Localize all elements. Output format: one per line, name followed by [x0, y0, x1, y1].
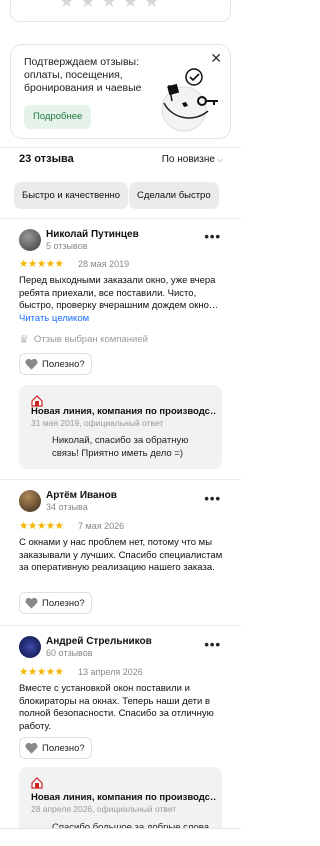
divider	[0, 218, 241, 219]
company-logo-icon	[31, 777, 43, 789]
divider	[0, 625, 241, 626]
divider	[0, 479, 241, 480]
verification-promo-card: Подтверждаем отзывы: оплаты, посещения, …	[10, 44, 231, 139]
verification-illustration-icon	[161, 68, 218, 132]
review-text: Перед выходными заказали окно, уже вчера…	[19, 275, 219, 311]
rating-stars: ★★★★★	[19, 520, 64, 532]
useful-button[interactable]: Полезно?	[19, 353, 92, 375]
reply-meta: 31 мая 2019, официальный ответ	[31, 418, 164, 428]
promo-text: Подтверждаем отзывы: оплаты, посещения, …	[24, 56, 142, 94]
author-reviews-count: 5 отзывов	[46, 241, 88, 251]
review-text: Вместе с установкой окон поставили и бло…	[19, 683, 214, 732]
star-icon[interactable]: ★	[59, 0, 74, 11]
more-options-icon[interactable]: •••	[204, 492, 221, 505]
review-author[interactable]: Николай Путинцев	[46, 229, 139, 240]
star-icon[interactable]: ★	[144, 0, 159, 11]
more-options-icon[interactable]: •••	[204, 638, 221, 651]
useful-label: Полезно?	[42, 742, 85, 754]
author-reviews-count: 60 отзывов	[46, 648, 93, 658]
reply-meta: 28 апреля 2026, официальный ответ	[31, 804, 177, 814]
heart-icon	[25, 742, 38, 754]
avatar[interactable]	[19, 636, 41, 658]
reviews-count: 23 отзыва	[19, 153, 74, 165]
divider	[0, 147, 241, 148]
review-date: 28 мая 2019	[78, 259, 130, 269]
sort-dropdown[interactable]: По новизне ⌵	[162, 154, 223, 165]
star-icon[interactable]: ★	[102, 0, 117, 11]
avatar[interactable]	[19, 490, 41, 512]
reply-text: Николай, спасибо за обратную связь! Прия…	[52, 435, 189, 459]
tag-chip[interactable]: Сделали быстро	[129, 182, 219, 209]
more-options-icon[interactable]: •••	[204, 230, 221, 243]
star-icon[interactable]: ★	[80, 0, 95, 11]
useful-button[interactable]: Полезно?	[19, 737, 92, 759]
review-date: 7 мая 2026	[78, 521, 125, 531]
bottom-bar	[0, 828, 241, 846]
star-icon[interactable]: ★	[123, 0, 138, 11]
company-picked-badge: ♛ Отзыв выбран компанией	[19, 333, 148, 346]
read-more-link[interactable]: Читать целиком	[19, 313, 89, 324]
sort-label[interactable]: По новизне	[162, 154, 215, 165]
heart-icon	[25, 597, 38, 609]
chevron-down-icon[interactable]: ⌵	[217, 155, 223, 164]
review-author[interactable]: Артём Иванов	[46, 490, 117, 501]
useful-label: Полезно?	[42, 358, 85, 370]
rating-stars: ★★★★★	[19, 666, 64, 678]
picked-label: Отзыв выбран компанией	[33, 334, 148, 345]
rating-stars: ★★★★★	[19, 258, 64, 270]
review-author[interactable]: Андрей Стрельников	[46, 636, 152, 647]
heart-icon	[25, 358, 38, 370]
rating-filter-stars[interactable]: ★ ★ ★ ★ ★	[10, 0, 231, 22]
useful-label: Полезно?	[42, 597, 85, 609]
more-info-button[interactable]: Подробнее	[24, 105, 92, 129]
useful-button[interactable]: Полезно?	[19, 592, 92, 614]
company-name[interactable]: Новая линия, компания по производс…	[31, 792, 216, 803]
company-reply: Новая линия, компания по производс… 31 м…	[19, 385, 222, 469]
company-name[interactable]: Новая линия, компания по производс…	[31, 406, 216, 417]
avatar[interactable]	[19, 229, 41, 251]
tag-chip[interactable]: Быстро и качественно	[14, 182, 129, 209]
author-reviews-count: 34 отзыва	[46, 502, 88, 512]
crown-icon: ♛	[19, 334, 29, 346]
review-date: 13 апреля 2026	[78, 667, 143, 677]
review-text: С окнами у нас проблем нет, потому что м…	[19, 537, 223, 573]
